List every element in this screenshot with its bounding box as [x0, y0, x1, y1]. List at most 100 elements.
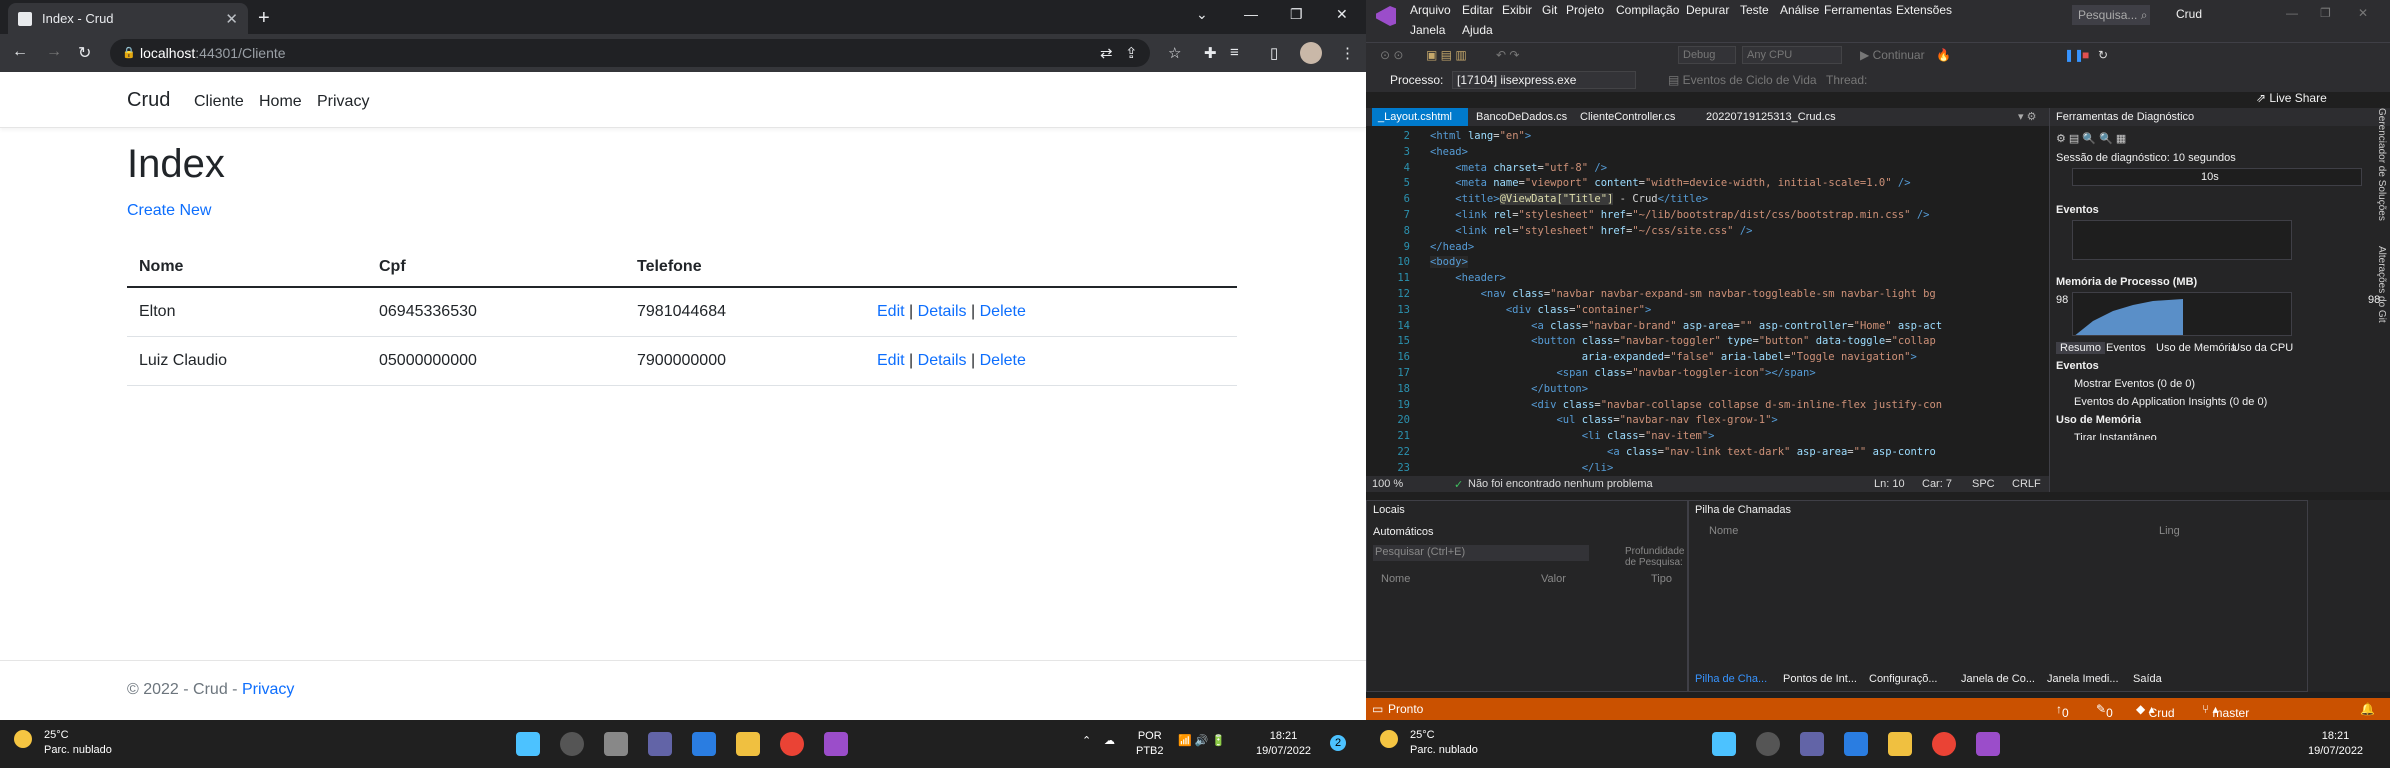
file-explorer-icon[interactable] — [1888, 732, 1912, 756]
autos-search-input[interactable]: Pesquisar (Ctrl+E) — [1373, 545, 1589, 561]
insights-events-link[interactable]: Eventos do Application Insights (0 de 0) — [2074, 396, 2267, 408]
tab-uso-cpu[interactable]: Uso da CPU — [2232, 342, 2293, 354]
locais-tab[interactable]: Locais — [1373, 504, 1405, 516]
close-window-icon[interactable]: ✕ — [1336, 6, 1348, 23]
reload-icon[interactable]: ↻ — [78, 43, 91, 63]
menu-depurar[interactable]: Depurar — [1686, 3, 1729, 17]
chrome-icon[interactable] — [1932, 732, 1956, 756]
tab-crud-migration[interactable]: 20220719125313_Crud.cs — [1700, 108, 1842, 126]
details-link[interactable]: Details — [918, 352, 967, 369]
code-line[interactable]: <span class="navbar-toggler-icon"></span… — [1430, 367, 1815, 379]
vs-search-box[interactable]: Pesquisa... ⌕ — [2072, 5, 2150, 25]
language-indicator[interactable]: POR PTB2 — [1136, 729, 1164, 759]
code-line[interactable]: <html lang="en"> — [1430, 130, 1531, 142]
menu-teste[interactable]: Teste — [1740, 3, 1769, 17]
code-line[interactable]: <header> — [1430, 272, 1506, 284]
nav-link-home[interactable]: Home — [259, 93, 302, 111]
new-tab-icon[interactable]: + — [258, 7, 270, 30]
platform-dropdown[interactable]: Any CPU — [1742, 46, 1842, 64]
toolbar-file-icons[interactable]: ▣ ▤ ▥ — [1426, 48, 1467, 62]
tab-layout-cshtml[interactable]: _Layout.cshtml ✕ — [1372, 108, 1468, 141]
menu-icon[interactable]: ⋮ — [1340, 44, 1355, 62]
timeline-ruler[interactable]: 10s — [2072, 168, 2362, 186]
code-line[interactable]: </li> — [1430, 462, 1614, 474]
file-explorer-icon[interactable] — [736, 732, 760, 756]
menu-arquivo[interactable]: Arquivo — [1410, 3, 1451, 17]
solution-explorer-sidetab[interactable]: Gerenciador de Soluções — [2376, 108, 2387, 221]
visual-studio-icon[interactable] — [824, 732, 848, 756]
notification-badge[interactable]: 2 — [1330, 735, 1346, 751]
extensions-icon[interactable]: ✚ — [1204, 44, 1217, 62]
browser-tab[interactable]: Index - Crud ✕ — [8, 3, 248, 34]
branch-selector[interactable]: ⑂ master ▴ — [2202, 702, 2249, 720]
chrome-icon[interactable] — [780, 732, 804, 756]
lifecycle-events-button[interactable]: ▤ Eventos de Ciclo de Vida — [1668, 73, 1817, 87]
code-line[interactable]: <link rel="stylesheet" href="~/css/site.… — [1430, 225, 1752, 237]
start-icon[interactable] — [1712, 732, 1736, 756]
vs-close-icon[interactable]: ✕ — [2358, 6, 2368, 20]
visual-studio-icon[interactable] — [1976, 732, 2000, 756]
delete-link[interactable]: Delete — [980, 303, 1026, 320]
issues-text[interactable]: Não foi encontrado nenhum problema — [1468, 478, 1653, 490]
code-line[interactable]: aria-expanded="false" aria-label="Toggle… — [1430, 351, 1917, 363]
code-line[interactable]: <ul class="navbar-nav flex-grow-1"> — [1430, 414, 1777, 426]
bookmark-star-icon[interactable]: ☆ — [1168, 44, 1181, 62]
code-line[interactable]: </button> — [1430, 383, 1588, 395]
diag-toolbar-icons[interactable]: ⚙ ▤ 🔍 🔍 ▦ — [2056, 132, 2126, 145]
code-line[interactable]: <meta name="viewport" content="width=dev… — [1430, 177, 1910, 189]
nav-link-privacy[interactable]: Privacy — [317, 93, 369, 111]
repo-selector[interactable]: ◆ Crud ▴ — [2136, 702, 2175, 720]
search-icon[interactable] — [1756, 732, 1780, 756]
menu-extensoes[interactable]: Extensões — [1896, 3, 1952, 17]
code-line[interactable]: <nav class="navbar navbar-expand-sm navb… — [1430, 288, 1936, 300]
code-line[interactable]: <a class="nav-link text-dark" asp-area="… — [1430, 446, 1936, 458]
menu-editar[interactable]: Editar — [1462, 3, 1493, 17]
footer-privacy-link[interactable]: Privacy — [242, 681, 294, 698]
navbar-brand[interactable]: Crud — [127, 89, 170, 112]
menu-exibir[interactable]: Exibir — [1502, 3, 1532, 17]
teams-icon[interactable] — [648, 732, 672, 756]
bottom-tab-pilha[interactable]: Pilha de Cha... — [1695, 673, 1767, 685]
code-line[interactable]: <meta charset="utf-8" /> — [1430, 162, 1607, 174]
code-line[interactable]: <a class="navbar-brand" asp-area="" asp-… — [1430, 320, 1942, 332]
nav-link-cliente[interactable]: Cliente — [194, 93, 244, 111]
take-snapshot-button[interactable]: Tirar Instantâneo — [2074, 432, 2157, 440]
wifi-speaker-battery-icons[interactable]: 📶 🔊 🔋 — [1178, 734, 1225, 749]
create-new-link[interactable]: Create New — [127, 202, 211, 220]
minimize-icon[interactable]: — — [1244, 6, 1258, 22]
push-count[interactable]: ↑ 0 — [2056, 702, 2069, 720]
continue-button[interactable]: ▶ Continuar — [1860, 48, 1925, 62]
menu-compilacao[interactable]: Compilação — [1616, 3, 1679, 17]
code-line[interactable]: <head> — [1430, 146, 1468, 158]
code-line[interactable]: <div class="navbar-collapse collapse d-s… — [1430, 399, 1942, 411]
restore-icon[interactable]: ❐ — [1290, 6, 1303, 23]
vs-restore-icon[interactable]: ❐ — [2320, 6, 2331, 20]
close-tab-icon[interactable]: ✕ — [225, 10, 238, 28]
profile-avatar[interactable] — [1300, 42, 1322, 64]
delete-link[interactable]: Delete — [980, 352, 1026, 369]
tab-resumo[interactable]: Resumo — [2056, 342, 2105, 354]
teams-icon[interactable] — [1800, 732, 1824, 756]
forward-icon[interactable]: → — [46, 43, 62, 61]
edit-link[interactable]: Edit — [877, 352, 905, 369]
clock[interactable]: 18:21 19/07/2022 — [2308, 729, 2363, 759]
pending-count[interactable]: ✎ 0 — [2096, 702, 2113, 720]
live-share-button[interactable]: ⇗ Live Share — [2256, 91, 2327, 105]
menu-ajuda[interactable]: Ajuda — [1462, 23, 1493, 37]
menu-projeto[interactable]: Projeto — [1566, 3, 1604, 17]
config-dropdown[interactable]: Debug — [1678, 46, 1736, 64]
store-icon[interactable] — [1844, 732, 1868, 756]
undo-icon[interactable]: ↶ ↷ — [1496, 48, 1519, 62]
menu-analise[interactable]: Análise — [1780, 3, 1819, 17]
notifications-icon[interactable]: 🔔 — [2360, 702, 2375, 716]
bottom-tab-config[interactable]: Configuraçõ... — [1869, 673, 1937, 685]
translate-icon[interactable]: ⇄ — [1100, 44, 1113, 62]
tab-clientecontroller[interactable]: ClienteController.cs — [1574, 108, 1681, 126]
code-line[interactable]: </head> — [1430, 241, 1474, 253]
bottom-tab-imediata[interactable]: Janela Imedi... — [2047, 673, 2119, 685]
address-bar[interactable]: 🔒 localhost:44301/Cliente — [110, 39, 1150, 67]
tab-uso-memoria[interactable]: Uso de Memória — [2156, 342, 2237, 354]
bottom-tab-janela-co[interactable]: Janela de Co... — [1961, 673, 2035, 685]
tab-search-icon[interactable]: ⌄ — [1196, 6, 1208, 23]
hot-reload-icon[interactable]: 🔥 — [1936, 48, 1951, 62]
